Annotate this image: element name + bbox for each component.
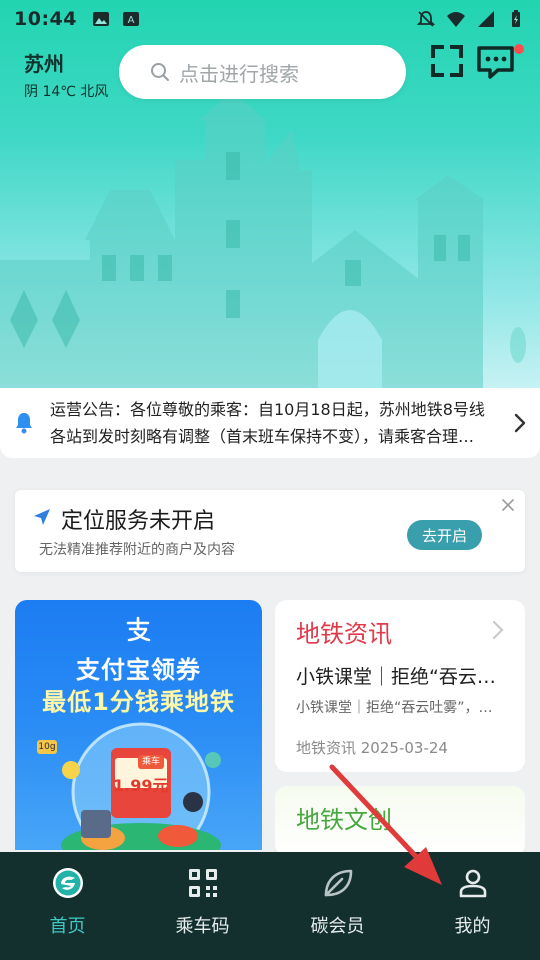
- announcement-text: 运营公告：各位尊敬的乘客：自10月18日起，苏州地铁8号线各站到发时刻略有调整（…: [50, 400, 490, 446]
- chevron-right-icon: [514, 413, 526, 433]
- battery-icon: [512, 10, 520, 27]
- message-icon[interactable]: [476, 44, 516, 80]
- weather-text: 阴 14℃ 北风: [24, 84, 109, 100]
- annotation-arrow-icon: [329, 764, 442, 885]
- text-notification-icon: A: [122, 12, 139, 26]
- unread-dot: [514, 44, 524, 54]
- status-time: 10:44: [14, 8, 77, 30]
- user-icon: [459, 869, 486, 898]
- hero-banner: 10:44 A 苏州 阴 14℃ 北风 点击进行搜索: [0, 0, 540, 390]
- close-icon[interactable]: [501, 498, 515, 512]
- qr-code-icon: [188, 869, 217, 897]
- location-subtitle: 无法精准推荐附近的商户及内容: [39, 542, 235, 558]
- enable-location-button[interactable]: 去开启: [407, 520, 482, 550]
- alipay-promo-banner[interactable]: 支付宝领券 最低1分钱乘地铁 10g 乘车 1.99元: [15, 600, 262, 850]
- city-weather-block[interactable]: 苏州 阴 14℃ 北风: [24, 48, 108, 101]
- nav-label-carbon-member: 碳会员: [310, 916, 365, 937]
- search-icon: [151, 63, 169, 81]
- location-arrow-icon: [34, 509, 50, 525]
- nav-label-mine: 我的: [454, 916, 491, 937]
- location-title: 定位服务未开启: [61, 509, 216, 534]
- alipay-logo-icon: [126, 616, 151, 642]
- search-placeholder: 点击进行搜索: [179, 61, 299, 86]
- promo-price: 1.99元: [113, 776, 169, 795]
- bell-muted-icon: [416, 11, 436, 27]
- bell-icon: [16, 413, 32, 434]
- promo-badge: 10g: [37, 740, 57, 754]
- scan-icon[interactable]: [430, 44, 464, 78]
- cell-signal-icon: [478, 11, 494, 27]
- svg-text:A: A: [128, 15, 135, 26]
- nav-label-ride-code: 乘车码: [175, 916, 230, 937]
- nav-tab-home[interactable]: 首页: [0, 852, 135, 960]
- metro-news-card[interactable]: 地铁资讯 小铁课堂｜拒绝“吞云吐雾” 小铁课堂｜拒绝“吞云吐雾”，文明乘车 地铁…: [275, 600, 525, 772]
- chevron-right-icon: [493, 621, 504, 639]
- announcement-bar[interactable]: 运营公告：各位尊敬的乘客：自10月18日起，苏州地铁8号线各站到发时刻略有调整（…: [0, 388, 540, 458]
- bottom-navigation: 首页 乘车码 碳会员 我的: [0, 852, 540, 960]
- location-service-card: 定位服务未开启 无法精准推荐附近的商户及内容 去开启: [15, 490, 525, 572]
- news-card-title: 地铁资讯: [296, 620, 392, 648]
- promo-tag: 乘车: [138, 755, 165, 769]
- image-notification-icon: [92, 12, 109, 26]
- news-headline: 小铁课堂｜拒绝“吞云吐雾”: [296, 666, 506, 688]
- home-logo-icon: [52, 868, 83, 898]
- search-input[interactable]: 点击进行搜索: [119, 45, 406, 99]
- status-bar: 10:44 A: [0, 0, 540, 38]
- suzhou-skyline-illustration: [0, 90, 526, 390]
- promo-line-1: 支付宝领券: [76, 656, 201, 684]
- wifi-icon: [447, 12, 465, 27]
- nav-tab-ride-code[interactable]: 乘车码: [135, 852, 270, 960]
- city-name: 苏州: [24, 52, 64, 76]
- news-summary: 小铁课堂｜拒绝“吞云吐雾”，文明乘车: [296, 700, 506, 716]
- nav-label-home: 首页: [49, 916, 86, 937]
